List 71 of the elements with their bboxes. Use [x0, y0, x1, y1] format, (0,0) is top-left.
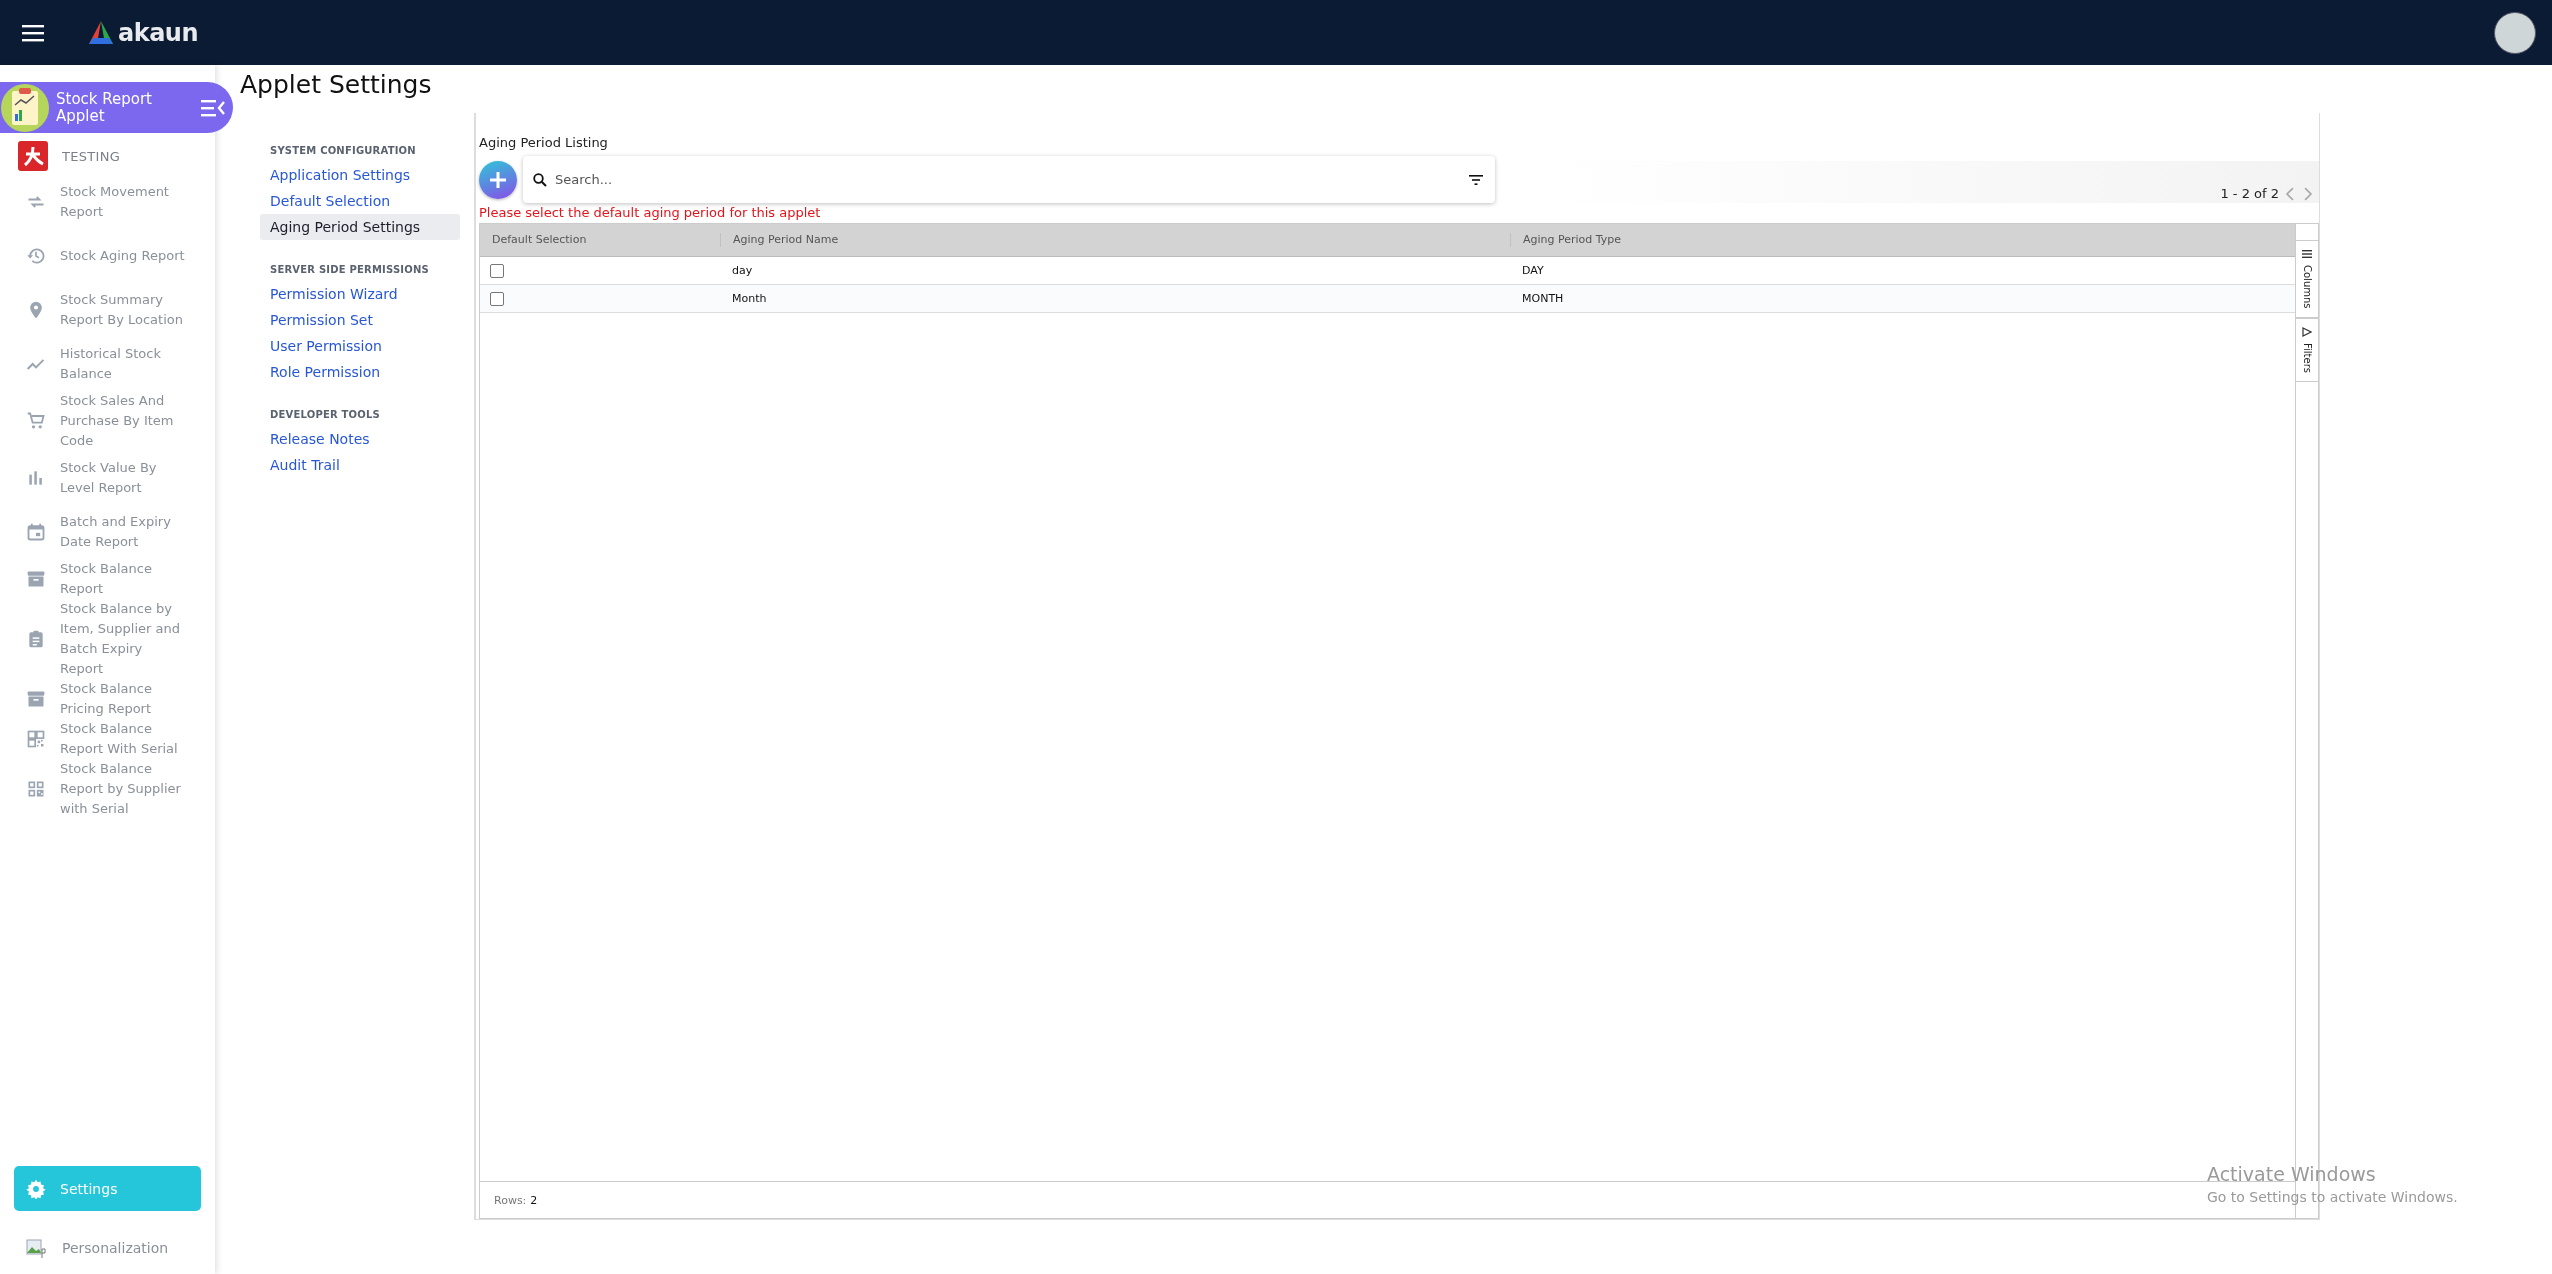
cart-icon: [26, 411, 46, 431]
menu-icon: [22, 23, 44, 42]
section-heading: SYSTEM CONFIGURATION: [269, 144, 417, 158]
settings-link[interactable]: Role Permission: [260, 359, 460, 385]
collapse-menu-button[interactable]: [201, 98, 225, 117]
search-icon: [533, 172, 547, 187]
app-logo-icon: [18, 141, 48, 171]
column-header[interactable]: Aging Period Name: [720, 233, 1510, 247]
archive-box-icon: [26, 569, 46, 589]
sidebar-item[interactable]: Stock Aging Report: [0, 229, 215, 283]
side-panel-tab[interactable]: Columns: [2296, 240, 2318, 318]
settings-link[interactable]: Release Notes: [260, 426, 460, 452]
table-cell-text: DAY: [1521, 264, 1545, 277]
clipboard-chart-icon: [0, 82, 50, 133]
row-count-value: 2: [530, 1193, 538, 1207]
qr-code-icon: [26, 729, 46, 749]
sidebar-footer-button[interactable]: Personalization: [14, 1225, 201, 1270]
page-title: Applet Settings: [240, 70, 433, 99]
sidebar-item[interactable]: Stock Balance Pricing Report: [0, 679, 215, 719]
history-icon: [26, 246, 46, 266]
activation-notice-text: Go to Settings to activate Windows.: [2207, 1189, 2458, 1205]
sidebar-item[interactable]: Stock Balance Report With Serial: [0, 719, 215, 759]
section-heading: SERVER SIDE PERMISSIONS: [269, 263, 430, 277]
avatar[interactable]: [2494, 11, 2536, 54]
side-panel-tab[interactable]: Filters: [2296, 317, 2318, 382]
sidebar-item[interactable]: Stock Sales And Purchase By Item Code: [0, 391, 215, 451]
clipboard-icon: [26, 629, 46, 649]
sidebar-item[interactable]: Stock Summary Report By Location: [0, 283, 215, 337]
table-cell-text: Month: [731, 292, 768, 305]
pagination-text: 1 - 2 of 2: [2220, 186, 2279, 201]
logo-text: akaun: [118, 18, 199, 47]
triangle-logo-icon: [88, 19, 114, 46]
settings-link[interactable]: Default Selection: [260, 188, 460, 214]
settings-link[interactable]: Aging Period Settings: [260, 214, 460, 240]
archive-box-icon: [26, 689, 46, 709]
section-title: Aging Period Listing: [479, 135, 609, 150]
filter-icon: [1469, 174, 1483, 185]
warning-message: Please select the default aging period for this applet: [479, 205, 822, 220]
sidebar-item[interactable]: Batch and Expiry Date Report: [0, 505, 215, 559]
table-cell-text: day: [731, 264, 754, 277]
sidebar-item[interactable]: Stock Balance by Item, Supplier and Batch Expiry Report: [0, 599, 215, 679]
plus-icon: [489, 170, 507, 189]
sidebar-item[interactable]: Stock Movement Report: [0, 175, 215, 229]
add-button[interactable]: [479, 160, 517, 199]
checkbox[interactable]: [490, 291, 504, 306]
row-count-label: Rows:: [494, 1193, 527, 1207]
column-header[interactable]: Aging Period Type: [1510, 233, 2295, 247]
sidebar-item[interactable]: Stock Balance Report by Supplier with Serial: [0, 759, 215, 819]
columns-icon: [2302, 249, 2312, 259]
applet-name: Stock Report Applet: [56, 90, 153, 125]
gear-icon: [26, 1178, 46, 1199]
filter-funnel-icon: [2302, 326, 2312, 337]
settings-link[interactable]: Application Settings: [260, 162, 460, 188]
column-header[interactable]: Default Selection: [480, 233, 720, 247]
broken-image-icon: [26, 1236, 48, 1259]
filter-button[interactable]: [1467, 172, 1485, 187]
sidebar-item[interactable]: Historical Stock Balance: [0, 337, 215, 391]
section-heading: DEVELOPER TOOLS: [269, 408, 381, 422]
sidebar-item[interactable]: Stock Value By Level Report: [0, 451, 215, 505]
collapse-menu-icon: [201, 98, 225, 117]
activation-notice-title: Activate Windows: [2207, 1163, 2377, 1185]
sidebar-item[interactable]: Stock Balance Report: [0, 559, 215, 599]
calendar-icon: [26, 522, 46, 542]
checkbox[interactable]: [490, 263, 504, 278]
settings-link[interactable]: Permission Wizard: [260, 281, 460, 307]
table-cell-text: MONTH: [1521, 292, 1565, 305]
group-label: TESTING: [62, 148, 121, 164]
settings-link[interactable]: User Permission: [260, 333, 460, 359]
settings-link[interactable]: Permission Set: [260, 307, 460, 333]
qr-code-icon: [26, 779, 46, 799]
settings-link[interactable]: Audit Trail: [260, 452, 460, 478]
